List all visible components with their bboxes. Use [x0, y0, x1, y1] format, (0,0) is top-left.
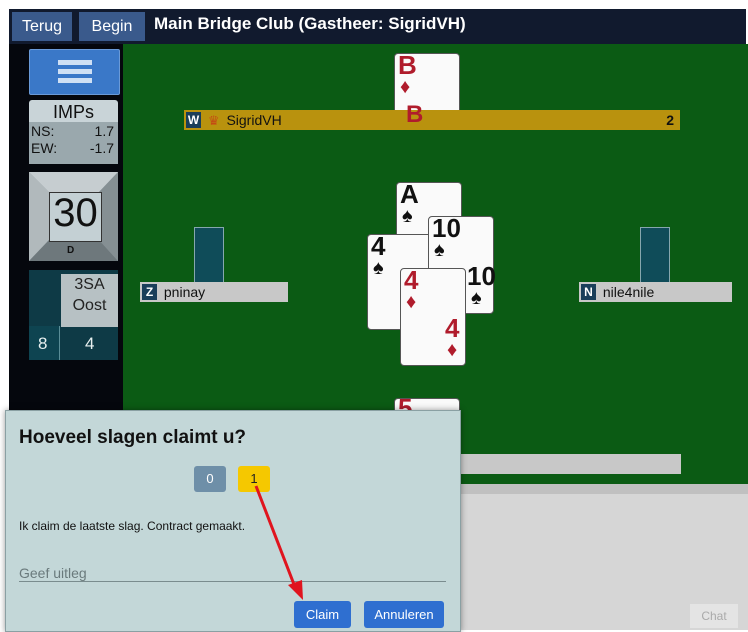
annotation-arrow-icon	[254, 485, 303, 600]
